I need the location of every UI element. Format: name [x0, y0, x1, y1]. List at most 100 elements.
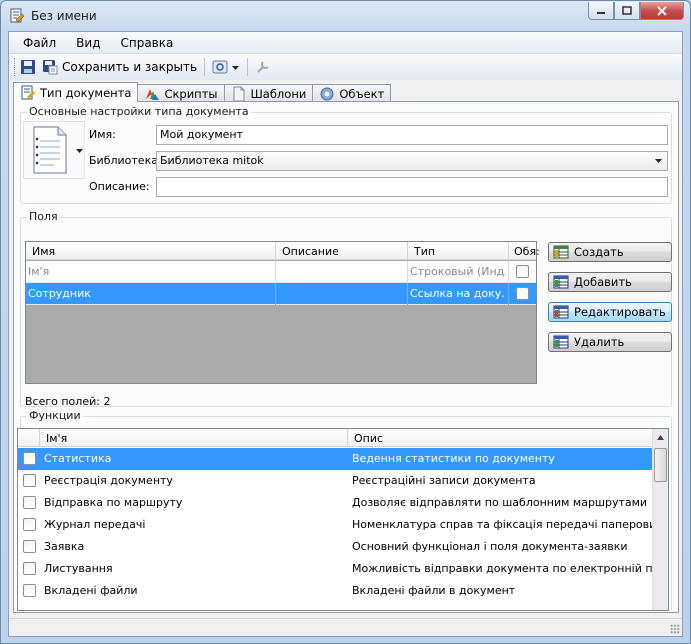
menu-help[interactable]: Справка: [112, 36, 181, 50]
function-checkbox[interactable]: [23, 540, 36, 553]
menu-view[interactable]: Вид: [68, 36, 108, 50]
scroll-up-button[interactable]: [653, 429, 668, 446]
column-header-required[interactable]: Обя:: [514, 245, 540, 258]
column-divider: [39, 429, 40, 447]
add-field-button[interactable]: Добавить: [548, 272, 672, 292]
function-checkbox[interactable]: [23, 452, 36, 465]
scroll-thumb[interactable]: [654, 448, 667, 482]
tab-object[interactable]: Объект: [312, 84, 392, 102]
required-checkbox[interactable]: [516, 287, 529, 300]
close-icon: [657, 5, 667, 16]
column-header-name[interactable]: Ім'я: [46, 432, 67, 445]
tab-scripts[interactable]: Скрипты: [137, 84, 225, 102]
menu-bar: Файл Вид Справка: [9, 32, 682, 54]
function-name: Журнал передачі: [44, 518, 146, 531]
column-header-name[interactable]: Имя: [32, 245, 55, 258]
column-divider: [347, 429, 348, 447]
list-item[interactable]: Реєстрація документу Реєстраційні записи…: [18, 470, 653, 492]
edit-field-button[interactable]: Редактировать: [548, 302, 672, 322]
toolbar: Сохранить и закрыть: [9, 54, 682, 80]
function-name: Реєстрація документу: [44, 474, 173, 487]
function-description: Можливість відправки документа по електр…: [352, 562, 652, 575]
add-field-label: Добавить: [574, 275, 632, 289]
description-input[interactable]: [156, 177, 668, 197]
table-row[interactable]: Сотрудник Ссылка на доку...: [26, 283, 536, 305]
name-label: Имя:: [89, 128, 116, 141]
function-name: Відправка по маршруту: [44, 496, 183, 509]
delete-table-icon: [553, 335, 569, 349]
cell-name: Сотрудник: [28, 287, 91, 300]
list-item[interactable]: Листування Можливість відправки документ…: [18, 558, 653, 580]
function-name: Статистика: [44, 452, 112, 465]
client-area: Файл Вид Справка Сохранить и закрыть Тип…: [8, 31, 683, 637]
function-name: Заявка: [44, 540, 85, 553]
fields-grid[interactable]: Имя Описание Тип Обя: Ім'я Строковый (Ин…: [25, 241, 540, 384]
delete-field-button[interactable]: Удалить: [548, 332, 672, 352]
column-divider: [275, 242, 276, 260]
name-input-value: Мой документ: [160, 128, 244, 141]
cell-divider: [275, 261, 276, 283]
list-item[interactable]: Заявка Основний функціонал і поля докуме…: [18, 536, 653, 558]
maximize-button[interactable]: [614, 2, 640, 20]
functions-list[interactable]: Ім'я Опис Статистика Ведення статистики …: [17, 428, 669, 611]
cell-divider: [508, 283, 509, 305]
function-description: Дозволяє відправляти по шаблонним маршру…: [352, 496, 648, 509]
floppy-disk-icon: [21, 60, 35, 74]
fields-group: Поля Имя Описание Тип Обя: Ім'я Строковы…: [20, 210, 672, 408]
create-field-label: Создать: [574, 245, 624, 259]
function-checkbox[interactable]: [23, 584, 36, 597]
column-header-description[interactable]: Опис: [354, 432, 383, 445]
list-item[interactable]: Відправка по маршруту Дозволяє відправля…: [18, 492, 653, 514]
object-gear-icon: [320, 87, 334, 100]
minimize-icon: [597, 11, 605, 14]
functions-title: Функции: [27, 409, 83, 422]
function-checkbox[interactable]: [23, 496, 36, 509]
required-checkbox[interactable]: [516, 265, 529, 278]
basic-settings-title: Основные настройки типа документа: [27, 105, 251, 118]
vertical-scrollbar[interactable]: [652, 429, 668, 610]
save-button[interactable]: [17, 56, 39, 78]
toolbar-separator: [204, 58, 206, 76]
name-input[interactable]: Мой документ: [156, 125, 668, 145]
list-item[interactable]: Статистика Ведення статистики по докумен…: [18, 448, 653, 470]
document-type-icon: [21, 85, 35, 99]
minimize-button[interactable]: [588, 2, 614, 20]
list-item[interactable]: Журнал передачі Номенклатура справ та фі…: [18, 514, 653, 536]
column-header-description[interactable]: Описание: [282, 245, 339, 258]
function-name: Вкладені файли: [44, 584, 138, 597]
library-select[interactable]: Библиотека mitok: [156, 151, 668, 171]
table-row[interactable]: Ім'я Строковый (Инд...: [26, 261, 536, 283]
fields-title: Поля: [27, 210, 60, 223]
title-bar[interactable]: Без имени: [1, 1, 690, 31]
cell-divider: [275, 283, 276, 305]
function-description: Ведення статистики по документу: [352, 452, 555, 465]
tab-document-type[interactable]: Тип документа: [13, 82, 139, 102]
close-button[interactable]: [640, 2, 684, 20]
status-bar: [9, 618, 682, 636]
cell-divider: [407, 283, 408, 305]
save-close-icon: [43, 60, 58, 75]
add-table-icon: [553, 275, 569, 289]
function-checkbox[interactable]: [23, 474, 36, 487]
notebook-icon: [33, 126, 67, 174]
library-select-value: Библиотека mitok: [160, 154, 264, 167]
menu-file[interactable]: Файл: [15, 36, 64, 50]
list-item[interactable]: Вкладені файли Вкладені файли в документ: [18, 580, 653, 602]
options-dropdown-button[interactable]: [209, 56, 243, 78]
save-and-close-button[interactable]: Сохранить и закрыть: [39, 56, 200, 78]
resize-grip[interactable]: [670, 624, 680, 634]
application-window: Без имени Файл Вид Справка Сохранить и з…: [0, 0, 691, 644]
tab-templates[interactable]: Шаблони: [223, 84, 314, 102]
tab-label: Шаблони: [250, 86, 307, 101]
tab-label: Объект: [339, 86, 385, 101]
edit-field-label: Редактировать: [574, 305, 666, 319]
column-header-type[interactable]: Тип: [414, 245, 435, 258]
chevron-down-icon: [76, 149, 83, 153]
functions-group: Функции Ім'я Опис Статистика Ведення ста…: [17, 409, 672, 612]
document-icon-picker[interactable]: [23, 121, 85, 179]
window-title: Без имени: [31, 9, 97, 23]
create-field-button[interactable]: Создать: [548, 242, 672, 262]
disabled-tool-button[interactable]: [252, 56, 274, 78]
function-checkbox[interactable]: [23, 518, 36, 531]
function-checkbox[interactable]: [23, 562, 36, 575]
